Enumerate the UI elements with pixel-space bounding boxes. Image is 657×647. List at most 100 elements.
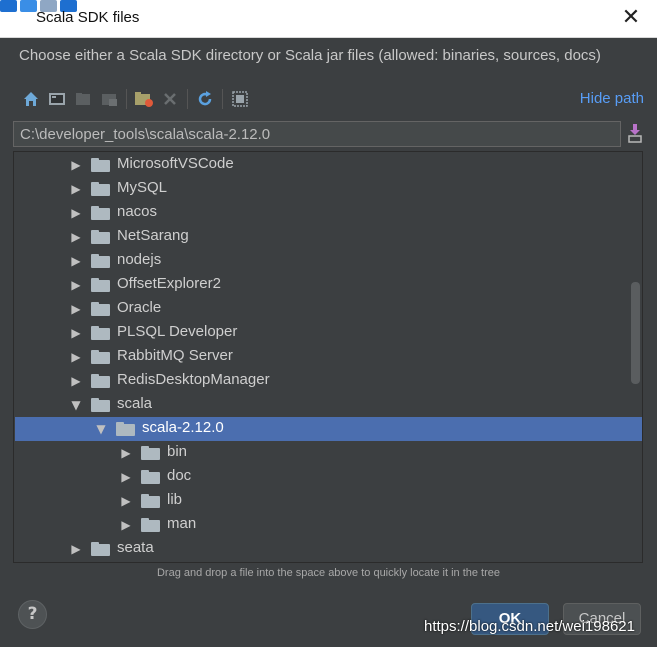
tree-row-label: RedisDesktopManager bbox=[117, 371, 270, 388]
tree-row-label: RabbitMQ Server bbox=[117, 347, 233, 364]
tree-row[interactable]: ▼ scala bbox=[15, 393, 642, 417]
tree-row[interactable]: ▶ seata bbox=[15, 537, 642, 561]
folder-icon bbox=[91, 350, 110, 364]
collapsed-arrow-icon[interactable]: ▶ bbox=[69, 206, 83, 220]
tree-row-label: lib bbox=[167, 491, 183, 508]
tree-row[interactable]: ▶ nacos bbox=[15, 201, 642, 225]
microphone-icon bbox=[0, 0, 17, 12]
tree-row-label: Oracle bbox=[117, 299, 162, 316]
download-icon bbox=[628, 124, 642, 143]
folder-icon bbox=[116, 422, 135, 436]
collapsed-arrow-icon[interactable]: ▶ bbox=[69, 254, 83, 268]
folder-icon bbox=[91, 206, 110, 220]
keyboard-icon bbox=[20, 0, 37, 12]
tree-row[interactable]: ▶ lib bbox=[15, 489, 642, 513]
folder-icon bbox=[91, 158, 110, 172]
tree-row[interactable]: ▶ Oracle bbox=[15, 297, 642, 321]
collapsed-arrow-icon[interactable]: ▶ bbox=[69, 278, 83, 292]
tree-scrollbar[interactable] bbox=[631, 282, 640, 384]
project-button[interactable] bbox=[70, 86, 96, 112]
tree-row-label: doc bbox=[167, 467, 192, 484]
module-icon bbox=[102, 94, 117, 106]
tree-row[interactable]: ▶ MicrosoftVSCode bbox=[15, 153, 642, 177]
watermark-url: https://blog.csdn.net/wei198621 bbox=[424, 618, 635, 635]
folder-icon bbox=[91, 302, 110, 316]
hide-path-link[interactable]: Hide path bbox=[580, 90, 644, 107]
desktop-icon bbox=[49, 93, 65, 105]
title-bar: Scala SDK files ✕ bbox=[0, 0, 657, 38]
toolbar-separator bbox=[222, 89, 223, 109]
refresh-icon bbox=[198, 91, 212, 106]
tree-row-label: PLSQL Developer bbox=[117, 323, 238, 340]
folder-icon bbox=[91, 254, 110, 268]
collapsed-arrow-icon[interactable]: ▶ bbox=[69, 350, 83, 364]
folder-icon bbox=[141, 494, 160, 508]
tree-row-label: nodejs bbox=[117, 251, 162, 268]
collapsed-arrow-icon[interactable]: ▶ bbox=[69, 230, 83, 244]
tree-row[interactable]: ▶ PLSQL Developer bbox=[15, 321, 642, 345]
tree-row[interactable]: ▶ NetSarang bbox=[15, 225, 642, 249]
download-path-button[interactable] bbox=[625, 121, 645, 145]
tree-row-label: bin bbox=[167, 443, 188, 460]
folder-icon bbox=[91, 542, 110, 556]
tree-row[interactable]: ▶ OffsetExplorer2 bbox=[15, 273, 642, 297]
folder-icon bbox=[91, 398, 110, 412]
help-button[interactable]: ? bbox=[18, 600, 47, 629]
collapsed-arrow-icon[interactable]: ▶ bbox=[119, 470, 133, 484]
expanded-arrow-icon[interactable]: ▼ bbox=[69, 398, 83, 412]
file-tree[interactable]: ▶ MicrosoftVSCode ▶ MySQL ▶ nacos ▶ NetSarang ▶ n… bbox=[13, 151, 643, 563]
tree-row-label: man bbox=[167, 515, 197, 532]
collapsed-arrow-icon[interactable]: ▶ bbox=[119, 446, 133, 460]
tree-row[interactable]: ▼ scala-2.12.0 bbox=[15, 417, 642, 441]
show-hidden-button[interactable] bbox=[227, 86, 253, 112]
toolbar-separator bbox=[187, 89, 188, 109]
home-button[interactable] bbox=[18, 86, 44, 112]
folder-icon bbox=[91, 230, 110, 244]
collapsed-arrow-icon[interactable]: ▶ bbox=[119, 494, 133, 508]
tree-row-label: nacos bbox=[117, 203, 158, 220]
new-folder-button[interactable] bbox=[131, 86, 157, 112]
tree-row-label: NetSarang bbox=[117, 227, 189, 244]
tree-row[interactable]: ▶ doc bbox=[15, 465, 642, 489]
tree-row[interactable]: ▶ MySQL bbox=[15, 177, 642, 201]
collapsed-arrow-icon[interactable]: ▶ bbox=[69, 542, 83, 556]
close-icon: ✕ bbox=[621, 5, 641, 30]
path-input[interactable] bbox=[13, 121, 621, 147]
dialog-description: Choose either a Scala SDK directory or S… bbox=[19, 47, 601, 64]
tree-row[interactable]: ▶ RabbitMQ Server bbox=[15, 345, 642, 369]
tree-row[interactable]: ▶ RedisDesktopManager bbox=[15, 369, 642, 393]
collapsed-arrow-icon[interactable]: ▶ bbox=[119, 518, 133, 532]
tree-row[interactable]: ▶ bin bbox=[15, 441, 642, 465]
question-icon: ? bbox=[27, 604, 38, 624]
folder-icon bbox=[91, 374, 110, 388]
tree-row-label: seata bbox=[117, 539, 154, 556]
tree-row-label: OffsetExplorer2 bbox=[117, 275, 221, 292]
folder-icon bbox=[141, 518, 160, 532]
desktop-button[interactable] bbox=[44, 86, 70, 112]
tree-row-label: scala bbox=[117, 395, 153, 412]
delete-icon bbox=[164, 93, 176, 105]
folder-icon bbox=[91, 182, 110, 196]
collapsed-arrow-icon[interactable]: ▶ bbox=[69, 326, 83, 340]
tree-row[interactable]: ▶ man bbox=[15, 513, 642, 537]
close-button[interactable]: ✕ bbox=[619, 6, 643, 30]
show-hidden-icon bbox=[232, 91, 248, 107]
expanded-arrow-icon[interactable]: ▼ bbox=[94, 422, 108, 436]
tree-row[interactable]: ▶ nodejs bbox=[15, 249, 642, 273]
collapsed-arrow-icon[interactable]: ▶ bbox=[69, 302, 83, 316]
collapsed-arrow-icon[interactable]: ▶ bbox=[69, 374, 83, 388]
collapsed-arrow-icon[interactable]: ▶ bbox=[69, 182, 83, 196]
folder-icon bbox=[91, 326, 110, 340]
collapsed-arrow-icon[interactable]: ▶ bbox=[69, 158, 83, 172]
toolbar-separator bbox=[126, 89, 127, 109]
folder-icon bbox=[91, 278, 110, 292]
delete-button[interactable] bbox=[157, 86, 183, 112]
new-folder-icon bbox=[135, 92, 153, 107]
project-icon bbox=[76, 93, 90, 105]
home-icon bbox=[24, 92, 38, 106]
folder-icon bbox=[141, 446, 160, 460]
tree-row-label: MicrosoftVSCode bbox=[117, 155, 234, 172]
refresh-button[interactable] bbox=[192, 86, 218, 112]
module-button[interactable] bbox=[96, 86, 122, 112]
window-title: Scala SDK files bbox=[36, 9, 140, 26]
